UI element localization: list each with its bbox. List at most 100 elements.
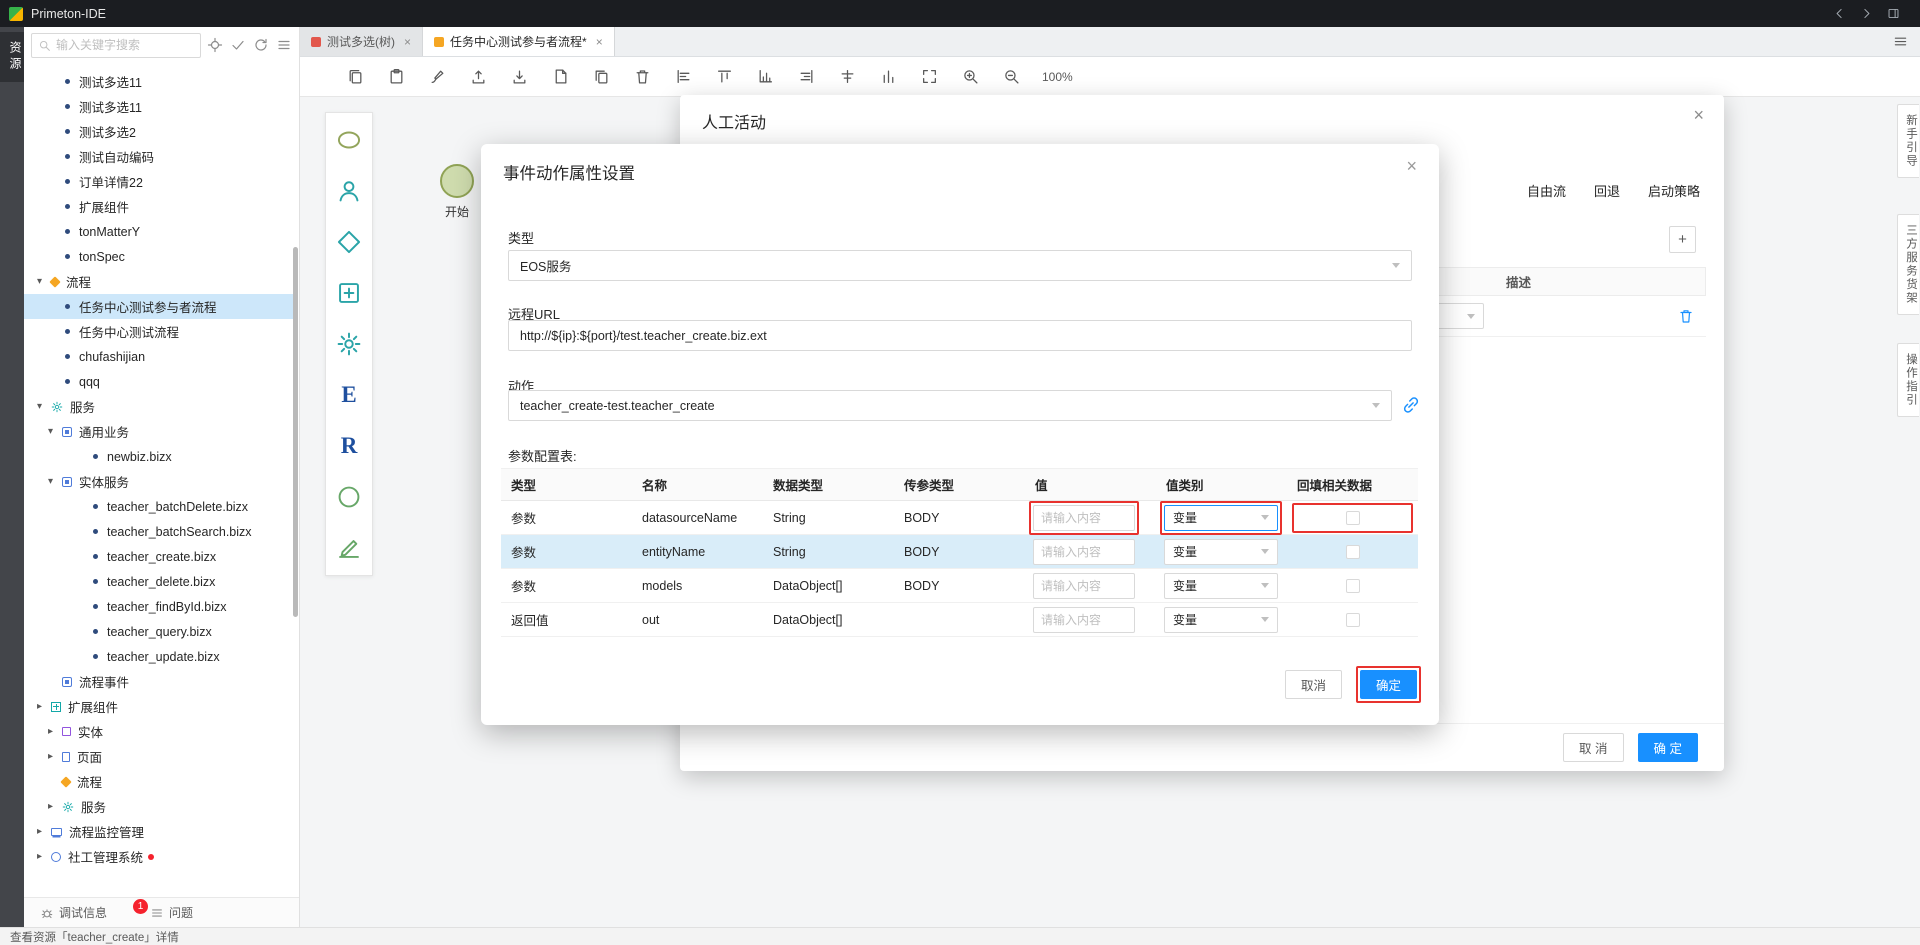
chevron-right-icon[interactable] xyxy=(1860,7,1873,20)
tree-item[interactable]: tonMatterY xyxy=(24,219,293,244)
remote-url-input[interactable] xyxy=(508,320,1412,351)
tree-item[interactable]: ▸社工管理系统 xyxy=(24,844,293,869)
backfill-checkbox[interactable] xyxy=(1346,579,1360,593)
download-icon[interactable] xyxy=(511,68,528,85)
activity-tab[interactable]: 启动策略 xyxy=(1648,181,1700,200)
tree-item[interactable]: 任务中心测试参与者流程 xyxy=(24,294,293,319)
zoom-out-icon[interactable] xyxy=(1003,68,1020,85)
tree-item[interactable]: 扩展组件 xyxy=(24,194,293,219)
valuetype-select[interactable]: 变量 xyxy=(1164,573,1278,599)
expand-arrow-icon[interactable]: ▸ xyxy=(48,751,62,762)
tree-item[interactable]: teacher_batchDelete.bizx xyxy=(24,494,293,519)
stats-icon[interactable] xyxy=(880,68,897,85)
tree-item[interactable]: ▾通用业务 xyxy=(24,419,293,444)
tree-item[interactable]: ▾流程 xyxy=(24,269,293,294)
tree-item[interactable]: teacher_update.bizx xyxy=(24,644,293,669)
expand-arrow-icon[interactable]: ▸ xyxy=(37,826,51,837)
palette-circle-tool[interactable] xyxy=(334,482,364,512)
right-panel-tab[interactable]: 操作指引 xyxy=(1897,343,1919,417)
tree-item[interactable]: 流程 xyxy=(24,769,293,794)
tree-item[interactable]: teacher_delete.bizx xyxy=(24,569,293,594)
palette-square-plus-tool[interactable] xyxy=(334,278,364,308)
chevron-left-icon[interactable] xyxy=(1833,7,1846,20)
problems-tab[interactable]: 问题 xyxy=(150,904,193,921)
zoom-in-icon[interactable] xyxy=(962,68,979,85)
expand-arrow-icon[interactable]: ▸ xyxy=(37,851,51,862)
tree-item[interactable]: ▸服务 xyxy=(24,794,293,819)
expand-arrow-icon[interactable]: ▾ xyxy=(48,426,62,437)
right-panel-tab[interactable]: 三方服务货架 xyxy=(1897,214,1919,315)
valuetype-select[interactable]: 变量 xyxy=(1164,607,1278,633)
sidebar-scrollbar[interactable] xyxy=(293,247,298,617)
expand-arrow-icon[interactable]: ▾ xyxy=(37,401,51,412)
param-value-input[interactable] xyxy=(1033,573,1135,599)
cancel-button[interactable]: 取 消 xyxy=(1563,733,1623,762)
tab-list-menu-icon[interactable] xyxy=(1893,34,1908,49)
search-input[interactable] xyxy=(56,38,194,52)
chart-icon[interactable] xyxy=(757,68,774,85)
export-icon[interactable] xyxy=(470,68,487,85)
align-top-icon[interactable] xyxy=(716,68,733,85)
refresh-icon[interactable] xyxy=(253,37,269,53)
backfill-checkbox[interactable] xyxy=(1346,613,1360,627)
expand-arrow-icon[interactable]: ▾ xyxy=(48,476,62,487)
tree-item[interactable]: teacher_query.bizx xyxy=(24,619,293,644)
tree-item[interactable]: ▸页面 xyxy=(24,744,293,769)
valuetype-select[interactable]: 变量 xyxy=(1164,539,1278,565)
tree-item[interactable]: 测试自动编码 xyxy=(24,144,293,169)
duplicate-icon[interactable] xyxy=(593,68,610,85)
expand-arrow-icon[interactable]: ▸ xyxy=(37,701,51,712)
start-node[interactable] xyxy=(440,164,474,198)
panel-icon[interactable] xyxy=(1887,7,1900,20)
palette-letter-e-tool[interactable]: E xyxy=(334,380,364,410)
close-icon[interactable]: × xyxy=(404,35,411,49)
tree-item[interactable]: 测试多选11 xyxy=(24,94,293,119)
align-right-icon[interactable] xyxy=(798,68,815,85)
tree-item[interactable]: 任务中心测试流程 xyxy=(24,319,293,344)
delete-row-icon[interactable] xyxy=(1678,308,1694,324)
type-select[interactable]: EOS服务 xyxy=(508,250,1412,281)
brush-icon[interactable] xyxy=(429,68,446,85)
link-icon[interactable] xyxy=(1401,395,1421,415)
expand-arrow-icon[interactable]: ▸ xyxy=(48,801,62,812)
right-panel-tab[interactable]: 新手引导 xyxy=(1897,104,1919,178)
ok-button[interactable]: 确定 xyxy=(1360,670,1417,699)
resources-rail-tab[interactable]: 资源 xyxy=(0,32,24,82)
close-icon[interactable]: × xyxy=(1693,105,1704,126)
tree-item[interactable]: 测试多选2 xyxy=(24,119,293,144)
palette-letter-r-tool[interactable]: R xyxy=(334,431,364,461)
editor-tab[interactable]: 任务中心测试参与者流程*× xyxy=(423,27,615,56)
tree-item[interactable]: teacher_batchSearch.bizx xyxy=(24,519,293,544)
list-icon[interactable] xyxy=(276,37,292,53)
activity-tab[interactable]: 自由流 xyxy=(1527,181,1566,200)
tree-item[interactable]: newbiz.bizx xyxy=(24,444,293,469)
tree-item[interactable]: teacher_findById.bizx xyxy=(24,594,293,619)
param-value-input[interactable] xyxy=(1033,505,1135,531)
cancel-button[interactable]: 取消 xyxy=(1285,670,1342,699)
tree-item[interactable]: tonSpec xyxy=(24,244,293,269)
debug-info-tab[interactable]: 调试信息 xyxy=(40,904,107,921)
copy-icon[interactable] xyxy=(347,68,364,85)
palette-diamond-tool[interactable] xyxy=(334,227,364,257)
paste-icon[interactable] xyxy=(388,68,405,85)
activity-tab[interactable]: 回退 xyxy=(1594,181,1620,200)
tree-item[interactable]: ▾服务 xyxy=(24,394,293,419)
tree-item[interactable]: teacher_create.bizx xyxy=(24,544,293,569)
ok-button[interactable]: 确 定 xyxy=(1638,733,1698,762)
expand-arrow-icon[interactable]: ▸ xyxy=(48,726,62,737)
document-icon[interactable] xyxy=(552,68,569,85)
tree-item[interactable]: chufashijian xyxy=(24,344,293,369)
backfill-checkbox[interactable] xyxy=(1346,545,1360,559)
action-select[interactable]: teacher_create-test.teacher_create xyxy=(508,390,1392,421)
tree-item[interactable]: ▾实体服务 xyxy=(24,469,293,494)
valuetype-select[interactable]: 变量 xyxy=(1164,505,1278,531)
tree-item[interactable]: 测试多选11 xyxy=(24,69,293,94)
editor-tab[interactable]: 测试多选(树)× xyxy=(300,27,423,56)
tree-item[interactable]: 订单详情22 xyxy=(24,169,293,194)
tree-item[interactable]: ▸流程监控管理 xyxy=(24,819,293,844)
palette-edit-tool[interactable] xyxy=(334,533,364,563)
backfill-checkbox[interactable] xyxy=(1346,511,1360,525)
tree-item[interactable]: qqq xyxy=(24,369,293,394)
delete-icon[interactable] xyxy=(634,68,651,85)
param-value-input[interactable] xyxy=(1033,607,1135,633)
